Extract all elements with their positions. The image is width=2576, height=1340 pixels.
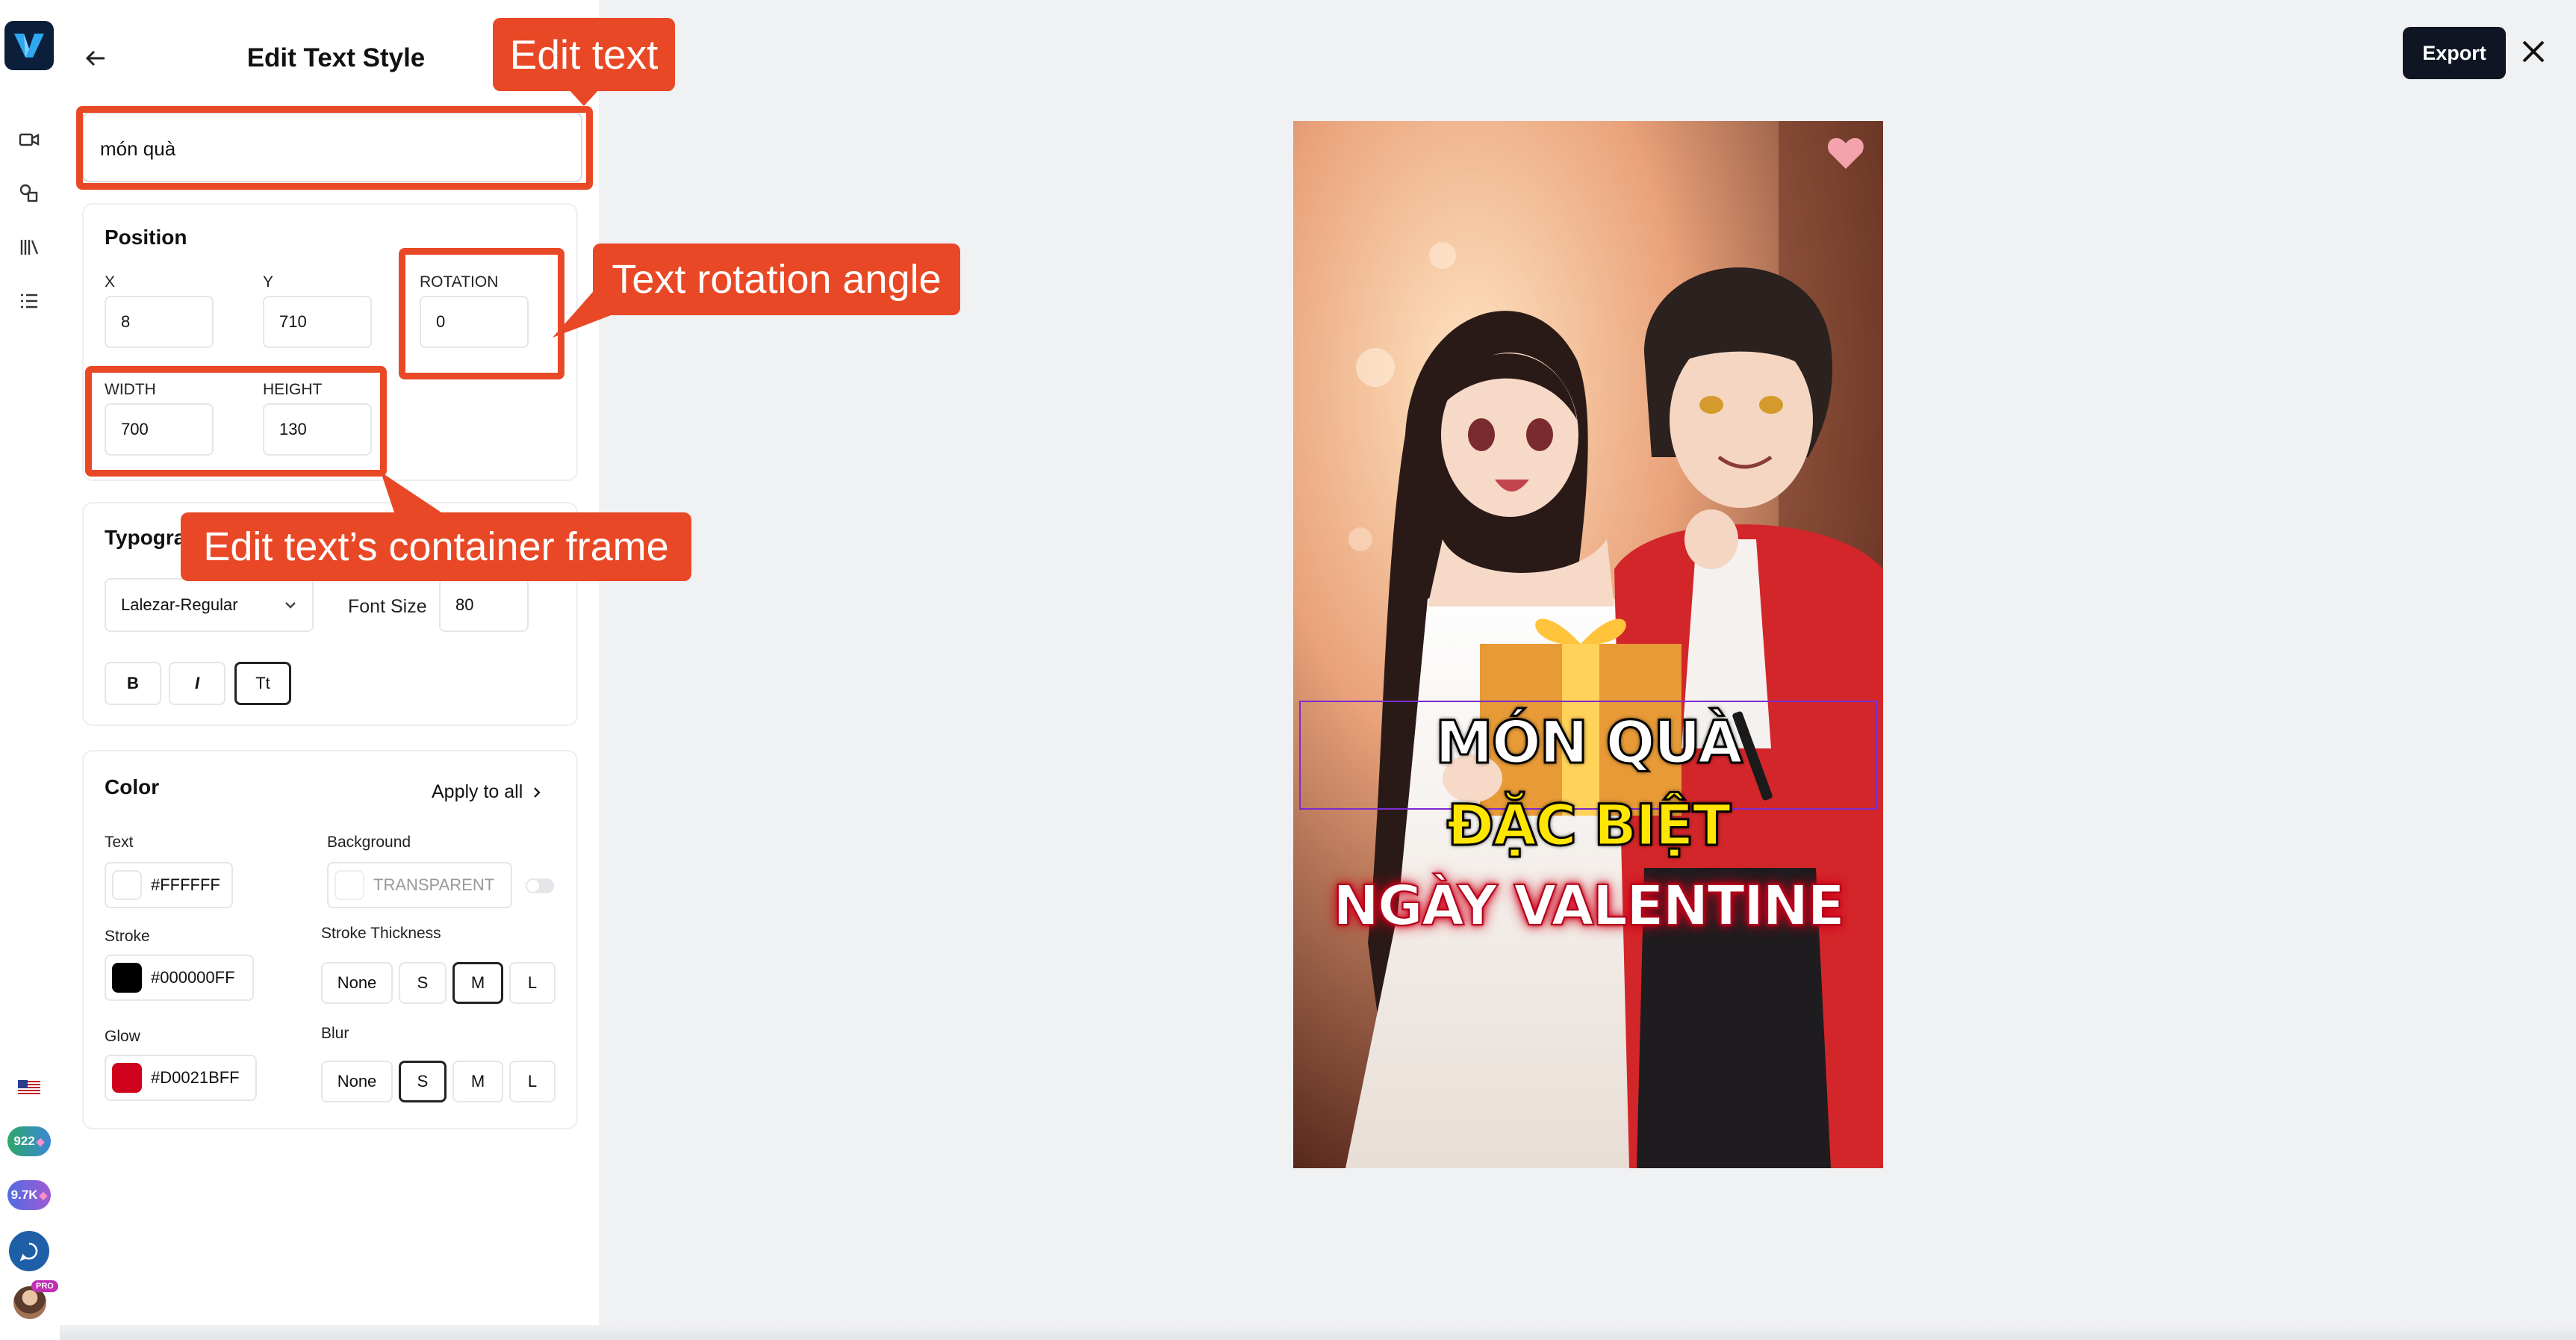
chevron-right-icon (534, 787, 541, 798)
blur-label: Blur (321, 1025, 349, 1042)
highlight-rotation (399, 248, 564, 379)
left-rail: 922 ◆ 9.7K ◆ PRO (0, 0, 61, 1340)
us-flag-icon[interactable] (18, 1080, 40, 1096)
background-color-swatch (335, 870, 364, 900)
back-button[interactable] (82, 45, 112, 75)
chat-button[interactable] (9, 1231, 49, 1271)
position-heading: Position (105, 226, 187, 249)
panel-title: Edit Text Style (246, 43, 426, 72)
credits-badge[interactable]: 922 ◆ (7, 1126, 51, 1156)
x-input[interactable]: 8 (105, 296, 214, 348)
color-card: Color Apply to all Text #FFFFFF Backgrou… (82, 750, 578, 1129)
blur-m-button[interactable]: M (452, 1061, 503, 1102)
stroke-m-button[interactable]: M (452, 962, 503, 1004)
glow-color-swatch (112, 1063, 142, 1093)
blur-l-button[interactable]: L (509, 1061, 556, 1102)
font-family-select[interactable]: Lalezar-Regular (105, 578, 314, 632)
stroke-s-button[interactable]: S (399, 962, 447, 1004)
stroke-color-picker[interactable]: #000000FF (105, 955, 254, 1001)
stroke-color-swatch (112, 963, 142, 993)
text-color-label: Text (105, 834, 134, 851)
points-badge[interactable]: 9.7K ◆ (7, 1180, 51, 1210)
app-logo[interactable] (4, 21, 54, 70)
x-label: X (105, 273, 116, 291)
glow-color-picker[interactable]: #D0021BFF (105, 1055, 257, 1101)
glow-color-label: Glow (105, 1028, 140, 1045)
bottom-scrollbar (60, 1325, 2576, 1340)
color-heading: Color (105, 775, 160, 798)
apply-to-all-label: Apply to all (432, 781, 523, 802)
font-size-label: Font Size (348, 596, 427, 617)
text-color-hex: #FFFFFF (151, 875, 220, 894)
library-icon[interactable] (15, 233, 43, 261)
video-preview-canvas[interactable]: MÓN QUÀ ĐẶC BIỆT NGÀY VALENTINE (1293, 121, 1883, 1168)
y-label: Y (263, 273, 274, 291)
stroke-l-button[interactable]: L (509, 962, 556, 1004)
pro-badge: PRO (31, 1280, 58, 1292)
close-button[interactable] (2516, 34, 2554, 72)
preview-illustration (1293, 121, 1883, 1168)
typography-heading: Typogra (105, 526, 186, 549)
callout-rotation-pointer (553, 287, 642, 338)
callout-frame-pointer (381, 472, 448, 517)
text-color-picker[interactable]: #FFFFFF (105, 862, 233, 908)
credits-value: 922 (13, 1134, 35, 1148)
gem-icon: ◆ (39, 1188, 48, 1201)
stroke-color-hex: #000000FF (151, 968, 235, 987)
background-toggle[interactable] (526, 878, 554, 893)
background-color-value: TRANSPARENT (373, 875, 495, 894)
blur-none-button[interactable]: None (321, 1061, 393, 1102)
font-family-value: Lalezar-Regular (121, 595, 238, 614)
caption-line-1[interactable]: MÓN QUÀ (1293, 709, 1883, 778)
chat-icon (19, 1242, 38, 1262)
stroke-thickness-label: Stroke Thickness (321, 925, 441, 942)
text-color-swatch (112, 870, 142, 900)
highlight-size-frame (85, 366, 387, 477)
stroke-none-button[interactable]: None (321, 962, 393, 1004)
highlight-text-input (76, 106, 593, 190)
points-value: 9.7K (10, 1188, 38, 1202)
font-size-input[interactable]: 80 (439, 578, 529, 632)
blur-s-button[interactable]: S (399, 1061, 447, 1102)
stroke-color-label: Stroke (105, 928, 150, 945)
callout-rotation: Text rotation angle (593, 244, 960, 315)
bold-button[interactable]: B (105, 662, 161, 705)
italic-button[interactable]: I (169, 662, 225, 705)
arrow-left-icon (85, 50, 105, 66)
y-input[interactable]: 710 (263, 296, 372, 348)
background-color-label: Background (327, 834, 411, 851)
glow-color-hex: #D0021BFF (151, 1068, 240, 1087)
apply-to-all-button[interactable]: Apply to all (432, 781, 542, 803)
video-icon[interactable] (15, 125, 43, 154)
chevron-down-icon (285, 602, 296, 609)
gem-icon: ◆ (36, 1135, 45, 1147)
caption-line-2[interactable]: ĐẶC BIỆT (1293, 791, 1883, 860)
export-button[interactable]: Export (2403, 27, 2506, 79)
background-color-picker[interactable]: TRANSPARENT (327, 862, 512, 908)
shapes-icon[interactable] (15, 179, 43, 208)
close-icon (2522, 40, 2545, 63)
text-case-button[interactable]: Tt (234, 662, 291, 705)
caption-line-3[interactable]: NGÀY VALENTINE (1293, 873, 1883, 939)
list-icon[interactable] (15, 287, 43, 315)
callout-edit-text: Edit text (493, 18, 675, 91)
callout-edit-text-pointer (567, 88, 600, 106)
